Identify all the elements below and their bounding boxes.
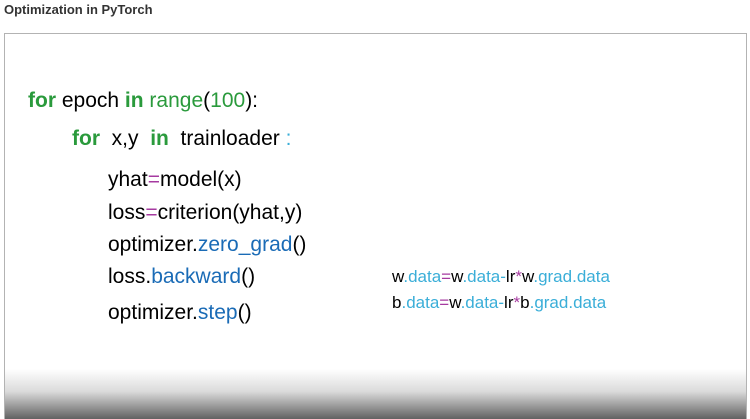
- model-call: model(x): [159, 168, 242, 191]
- method-backward: backward: [151, 265, 242, 288]
- loop-variable-epoch: epoch: [61, 89, 120, 112]
- function-range: range: [149, 89, 204, 112]
- formula-w-update: w.data=w.data-lr*w.grad.data: [392, 267, 610, 287]
- keyword-for: for: [72, 127, 100, 150]
- formula-token: b: [520, 293, 530, 312]
- colon: :: [285, 127, 292, 150]
- loop-variables-xy: x,y: [111, 127, 139, 150]
- number-100: 100: [210, 89, 246, 112]
- slide-panel: for epoch in range(100): for x,y in trai…: [4, 33, 747, 419]
- code-line-step: optimizer.step(): [108, 301, 252, 325]
- keyword-for: for: [28, 89, 56, 112]
- formula-token: =: [439, 293, 450, 312]
- formula-token: *: [515, 267, 522, 286]
- code-line-zero-grad: optimizer.zero_grad(): [108, 233, 306, 257]
- formula-token: .data: [572, 267, 610, 286]
- formula-token: .grad: [529, 293, 569, 312]
- page-title: Optimization in PyTorch: [4, 2, 153, 17]
- method-step: step: [197, 301, 238, 324]
- code-line-backward: loss.backward(): [108, 265, 255, 289]
- code-line-for-epoch: for epoch in range(100):: [28, 89, 258, 113]
- formula-token: .data: [403, 267, 442, 286]
- formula-token: w: [392, 267, 404, 286]
- code-line-loss: loss=criterion(yhat,y): [108, 201, 302, 225]
- formula-token: =: [441, 267, 452, 286]
- keyword-in: in: [150, 127, 169, 150]
- loss-variable: loss: [108, 201, 146, 224]
- assign-operator: =: [147, 168, 160, 191]
- optimizer-object: optimizer: [108, 233, 193, 256]
- video-bottom-fade: [5, 369, 746, 419]
- formula-b-update: b.data=w.data-lr*b.grad.data: [392, 293, 606, 313]
- formula-token: .data: [460, 293, 499, 312]
- yhat-variable: yhat: [108, 168, 148, 191]
- formula-token: w: [451, 267, 463, 286]
- formula-token: lr: [504, 293, 514, 312]
- code-line-for-xy: for x,y in trainloader :: [72, 127, 291, 151]
- iterable-trainloader: trainloader: [180, 127, 280, 150]
- criterion-call: criterion(yhat,y): [157, 201, 303, 224]
- call-parens: (): [241, 265, 256, 288]
- formula-token: lr: [505, 267, 516, 286]
- keyword-in: in: [124, 89, 144, 112]
- formula-token: .grad: [533, 267, 573, 286]
- loss-object: loss: [108, 265, 146, 288]
- assign-operator: =: [145, 201, 158, 224]
- formula-token: .data: [568, 293, 607, 312]
- formula-token: .data: [401, 293, 440, 312]
- call-parens: (): [237, 301, 252, 324]
- method-zero-grad: zero_grad: [197, 233, 293, 256]
- formula-token: w: [449, 293, 461, 312]
- call-parens: (): [292, 233, 307, 256]
- paren-close-colon: ):: [245, 89, 259, 112]
- formula-token: w: [522, 267, 534, 286]
- code-line-yhat: yhat=model(x): [108, 168, 242, 192]
- optimizer-object: optimizer: [108, 301, 193, 324]
- formula-token: .data: [462, 267, 501, 286]
